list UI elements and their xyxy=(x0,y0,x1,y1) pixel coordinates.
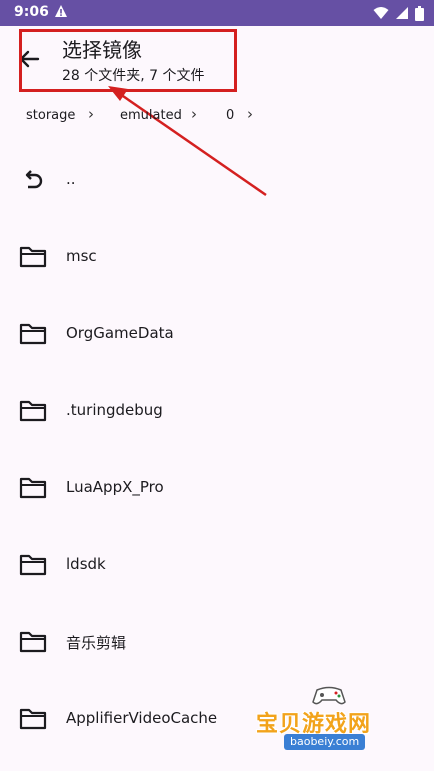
folder-icon xyxy=(19,246,47,268)
breadcrumb: storage › emulated › 0 › xyxy=(0,104,434,128)
list-item-label: LuaAppX_Pro xyxy=(66,478,164,496)
folder-icon xyxy=(19,400,47,422)
folder-icon xyxy=(19,631,47,653)
list-item-folder[interactable]: 音乐剪辑 xyxy=(0,604,434,681)
watermark-url: baobeiy.com xyxy=(284,734,366,750)
app-bar: 选择镜像 28 个文件夹, 7 个文件 xyxy=(0,26,434,92)
folder-icon xyxy=(19,554,47,576)
breadcrumb-0[interactable]: 0 xyxy=(226,108,234,123)
list-item-folder[interactable]: LuaAppX_Pro xyxy=(0,450,434,527)
file-list: .. msc OrgGameData .turingdebug LuaAppX_… xyxy=(0,142,434,758)
list-item-parent[interactable]: .. xyxy=(0,142,434,219)
chevron-right-icon: › xyxy=(191,105,197,123)
list-item-label: 音乐剪辑 xyxy=(66,634,127,652)
breadcrumb-emulated[interactable]: emulated xyxy=(120,108,182,123)
gamepad-icon xyxy=(312,686,346,705)
chevron-right-icon: › xyxy=(88,105,94,123)
list-item-folder[interactable]: ldsdk xyxy=(0,527,434,604)
status-icons xyxy=(373,5,424,21)
wifi-icon xyxy=(373,7,389,19)
list-item-label: ldsdk xyxy=(66,555,106,573)
folder-file-count: 28 个文件夹, 7 个文件 xyxy=(62,68,205,84)
list-item-label: ApplifierVideoCache xyxy=(66,709,218,727)
list-item-folder[interactable]: msc xyxy=(0,219,434,296)
status-time: 9:06 xyxy=(14,4,49,20)
list-item-folder[interactable]: OrgGameData xyxy=(0,296,434,373)
breadcrumb-storage[interactable]: storage xyxy=(26,108,75,123)
battery-icon xyxy=(415,5,424,21)
folder-icon xyxy=(19,708,47,730)
list-item-folder[interactable]: .turingdebug xyxy=(0,373,434,450)
page-title: 选择镜像 xyxy=(62,38,142,62)
watermark-logo: 宝贝游戏网 baobeiy.com xyxy=(256,684,406,754)
undo-icon xyxy=(25,170,43,189)
back-arrow-icon[interactable] xyxy=(14,44,44,74)
list-item-label: OrgGameData xyxy=(66,324,174,342)
list-item-label: .turingdebug xyxy=(66,401,163,419)
status-bar: 9:06 xyxy=(0,0,434,26)
folder-icon xyxy=(19,323,47,345)
list-item-label: .. xyxy=(66,170,76,188)
list-item-label: msc xyxy=(66,247,97,265)
folder-icon xyxy=(19,477,47,499)
alert-icon xyxy=(55,5,67,17)
signal-icon xyxy=(396,7,408,19)
chevron-right-icon: › xyxy=(247,105,253,123)
